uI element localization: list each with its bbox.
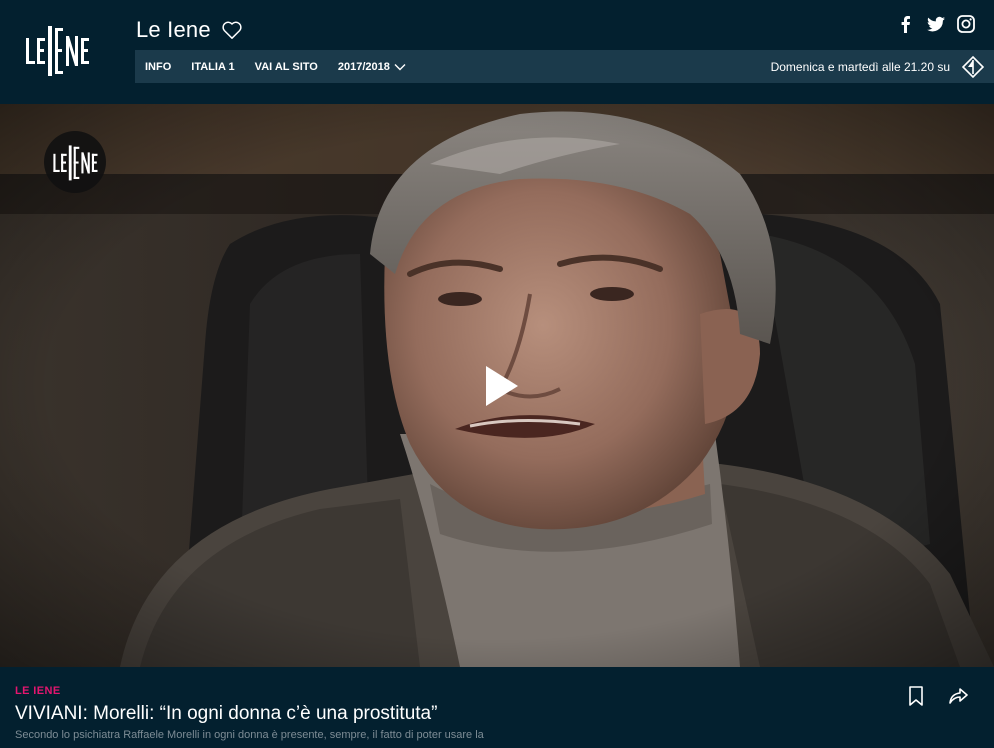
article-actions [906, 685, 968, 707]
schedule-text: Domenica e martedì alle 21.20 su [770, 59, 950, 74]
twitter-icon[interactable] [926, 14, 946, 34]
social-links [896, 14, 976, 34]
bookmark-icon[interactable] [906, 685, 926, 707]
category-label[interactable]: LE IENE [15, 685, 61, 697]
video-player[interactable] [0, 104, 994, 667]
season-dropdown[interactable]: 2017/2018 [328, 61, 416, 73]
heart-outline-icon[interactable] [221, 20, 243, 40]
facebook-icon[interactable] [896, 14, 916, 34]
site-header: Le Iene INFO ITALIA 1 VAI AL SITO 2017/2… [0, 0, 994, 104]
title-row: Le Iene [136, 14, 243, 46]
nav-item-label: INFO [145, 60, 172, 73]
article-info: LE IENE VIVIANI: Morelli: “In ogni donna… [0, 667, 994, 748]
nav-bar: INFO ITALIA 1 VAI AL SITO 2017/2018 Dome… [135, 50, 994, 83]
italia1-logo-icon[interactable] [962, 55, 984, 78]
nav-item-vai-al-sito[interactable]: VAI AL SITO [245, 61, 328, 73]
play-icon[interactable] [480, 362, 524, 410]
nav-item-italia1[interactable]: ITALIA 1 [181, 61, 244, 73]
article-headline: VIVIANI: Morelli: “In ogni donna c’è una… [15, 703, 438, 724]
article-summary: Secondo lo psichiatra Raffaele Morelli i… [15, 729, 484, 741]
le-iene-logo[interactable] [24, 24, 90, 78]
nav-item-info[interactable]: INFO [135, 61, 181, 73]
chevron-down-icon [394, 63, 406, 70]
nav-item-label: ITALIA 1 [191, 60, 235, 73]
nav-item-label: 2017/2018 [337, 60, 390, 73]
show-title[interactable]: Le Iene [136, 17, 211, 43]
schedule-info: Domenica e martedì alle 21.20 su [770, 55, 994, 78]
le-iene-watermark-logo [44, 131, 106, 193]
share-icon[interactable] [948, 685, 968, 707]
instagram-icon[interactable] [956, 14, 976, 34]
nav-item-label: VAI AL SITO [254, 60, 318, 73]
